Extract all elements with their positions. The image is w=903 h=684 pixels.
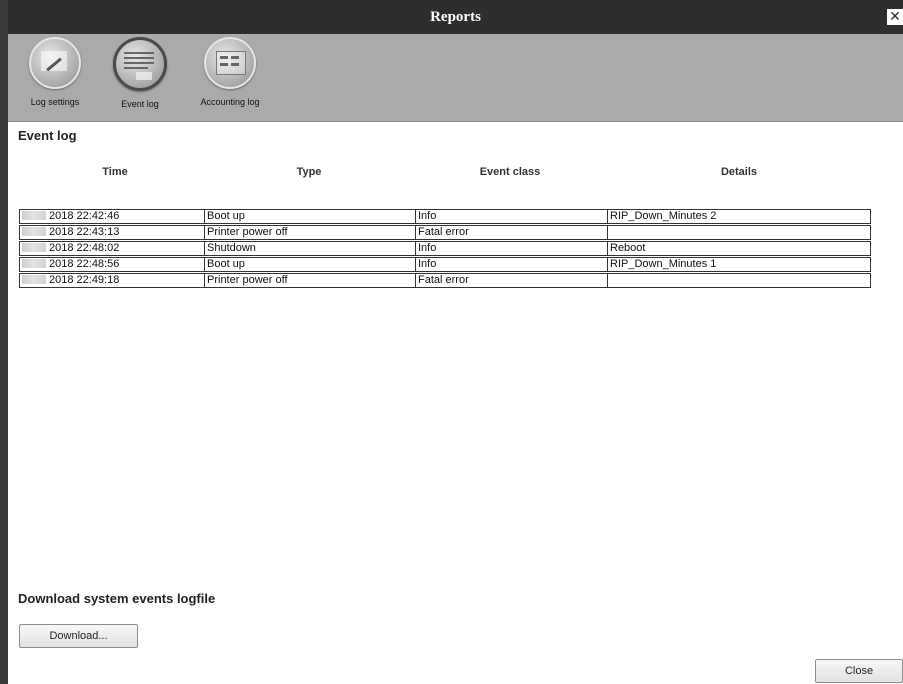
cell-time: 2018 22:43:13 — [19, 225, 205, 240]
cell-type: Boot up — [204, 209, 416, 224]
cell-type: Printer power off — [204, 225, 416, 240]
redacted-date — [22, 274, 46, 284]
window-title: Reports — [430, 9, 481, 25]
tab-log-settings[interactable]: Log settings — [22, 37, 88, 107]
toolbar: Log settings Event log Accounting log — [8, 34, 903, 122]
event-log-title: Event log — [18, 128, 77, 143]
cell-details — [607, 225, 871, 240]
event-log-icon — [113, 37, 167, 91]
cell-event-class: Info — [415, 209, 608, 224]
redacted-date — [22, 242, 46, 252]
cell-event-class: Fatal error — [415, 225, 608, 240]
tab-label: Accounting log — [200, 97, 260, 107]
cell-event-class: Fatal error — [415, 273, 608, 288]
redacted-date — [22, 210, 46, 220]
cell-type: Shutdown — [204, 241, 416, 256]
cell-details: RIP_Down_Minutes 1 — [607, 257, 871, 272]
tab-label: Log settings — [30, 97, 80, 107]
redacted-date — [22, 258, 46, 268]
cell-type: Boot up — [204, 257, 416, 272]
cell-time: 2018 22:49:18 — [19, 273, 205, 288]
column-header-type: Type — [296, 166, 322, 178]
tab-event-log[interactable]: Event log — [110, 37, 170, 109]
cell-time: 2018 22:48:02 — [19, 241, 205, 256]
download-section-title: Download system events logfile — [18, 591, 216, 606]
tab-accounting-log[interactable]: Accounting log — [192, 37, 268, 107]
column-header-event-class: Event class — [479, 166, 541, 178]
cell-time: 2018 22:48:56 — [19, 257, 205, 272]
cell-details: RIP_Down_Minutes 2 — [607, 209, 871, 224]
close-icon[interactable]: ✕ — [887, 9, 903, 25]
reports-window: Reports ✕ Log settings Event log Account… — [0, 0, 903, 684]
title-bar: Reports ✕ — [8, 0, 903, 34]
log-settings-icon — [29, 37, 81, 89]
cell-time: 2018 22:42:46 — [19, 209, 205, 224]
column-header-time: Time — [102, 166, 128, 178]
redacted-date — [22, 226, 46, 236]
close-button[interactable]: Close — [815, 659, 903, 683]
accounting-log-icon — [204, 37, 256, 89]
download-button[interactable]: Download... — [19, 624, 138, 648]
cell-type: Printer power off — [204, 273, 416, 288]
cell-details — [607, 273, 871, 288]
column-header-details: Details — [720, 166, 758, 178]
tab-label: Event log — [121, 99, 159, 109]
cell-event-class: Info — [415, 241, 608, 256]
cell-event-class: Info — [415, 257, 608, 272]
cell-details: Reboot — [607, 241, 871, 256]
